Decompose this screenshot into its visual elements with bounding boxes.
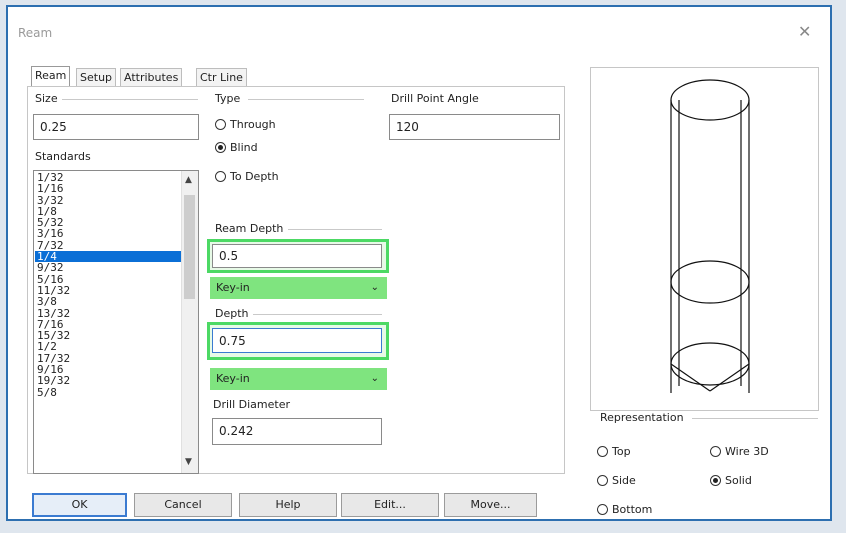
rep-top-label: Top (612, 445, 631, 458)
type-to-depth-label: To Depth (230, 170, 279, 183)
tab-setup[interactable]: Setup (76, 68, 117, 86)
radio-icon (597, 475, 608, 486)
radio-checked-icon (215, 142, 226, 153)
depth-mode-value: Key-in (216, 372, 250, 385)
size-label: Size (35, 92, 58, 105)
list-item[interactable]: 9/32 (35, 262, 183, 274)
list-item[interactable]: 15/32 (35, 330, 183, 342)
ream-depth-mode-dropdown[interactable]: Key-in ⌄ (210, 277, 387, 299)
radio-checked-icon (710, 475, 721, 486)
size-input[interactable]: 0.25 (33, 114, 199, 140)
list-item[interactable]: 7/32 (35, 239, 183, 251)
edit-button[interactable]: Edit... (341, 493, 439, 517)
radio-icon (597, 504, 608, 515)
scroll-up-icon[interactable]: ▲ (185, 175, 192, 185)
scroll-down-icon[interactable]: ▼ (185, 457, 192, 467)
drill-diameter-input[interactable]: 0.242 (212, 418, 382, 445)
drill-diameter-label: Drill Diameter (213, 398, 291, 411)
window-title: Ream (18, 26, 53, 40)
radio-icon (597, 446, 608, 457)
rep-solid-label: Solid (725, 474, 752, 487)
list-item[interactable]: 1/16 (35, 183, 183, 195)
rep-bottom-label: Bottom (612, 503, 653, 516)
ream-wireframe-drawing (670, 79, 750, 393)
size-divider (62, 99, 198, 100)
tab-ream[interactable]: Ream (31, 66, 71, 86)
rep-top-radio[interactable]: Top (597, 445, 631, 458)
drill-point-angle-input[interactable]: 120 (389, 114, 560, 140)
standards-label: Standards (35, 150, 91, 163)
list-item[interactable]: 5/8 (35, 386, 183, 398)
list-item[interactable]: 3/8 (35, 296, 183, 308)
ream-preview (590, 67, 819, 411)
rep-side-label: Side (612, 474, 636, 487)
ream-depth-mode-value: Key-in (216, 281, 250, 294)
type-to-depth-radio[interactable]: To Depth (215, 170, 279, 183)
radio-icon (710, 446, 721, 457)
rep-wire3d-radio[interactable]: Wire 3D (710, 445, 769, 458)
help-button[interactable]: Help (239, 493, 337, 517)
tab-ctr-line[interactable]: Ctr Line (196, 68, 247, 86)
cancel-button[interactable]: Cancel (134, 493, 232, 517)
drill-point-angle-label: Drill Point Angle (391, 92, 479, 105)
type-divider (248, 99, 364, 100)
type-label: Type (215, 92, 241, 105)
standards-list[interactable]: 1/32 1/16 3/32 1/8 5/32 3/16 7/32 1/4 9/32 5/16 11… (33, 170, 199, 474)
standards-items: 1/32 1/16 3/32 1/8 5/32 3/16 7/32 1/4 9/32 5/16 11… (35, 172, 183, 398)
list-item[interactable]: 11/32 (35, 285, 183, 297)
depth-label: Depth (215, 307, 249, 320)
close-icon[interactable]: ✕ (798, 22, 811, 41)
representation-label: Representation (600, 411, 684, 424)
type-blind-label: Blind (230, 141, 258, 154)
list-item[interactable]: 19/32 (35, 375, 183, 387)
chevron-down-icon: ⌄ (370, 373, 379, 384)
rep-side-radio[interactable]: Side (597, 474, 636, 487)
ok-button[interactable]: OK (32, 493, 127, 517)
ream-depth-label: Ream Depth (215, 222, 284, 235)
depth-divider (253, 314, 382, 315)
radio-icon (215, 119, 226, 130)
move-button[interactable]: Move... (444, 493, 537, 517)
list-item[interactable]: 3/32 (35, 194, 183, 206)
rep-solid-radio[interactable]: Solid (710, 474, 752, 487)
tab-attributes[interactable]: Attributes (120, 68, 183, 86)
depth-input[interactable]: 0.75 (212, 328, 382, 353)
chevron-down-icon: ⌄ (370, 282, 379, 293)
radio-icon (215, 171, 226, 182)
type-through-radio[interactable]: Through (215, 118, 276, 131)
depth-mode-dropdown[interactable]: Key-in ⌄ (210, 368, 387, 390)
rep-wire3d-label: Wire 3D (725, 445, 769, 458)
representation-divider (692, 418, 818, 419)
type-through-label: Through (230, 118, 276, 131)
type-blind-radio[interactable]: Blind (215, 141, 258, 154)
rep-bottom-radio[interactable]: Bottom (597, 503, 652, 516)
list-scrollbar[interactable]: ▲ ▼ (181, 171, 198, 473)
scroll-thumb[interactable] (184, 195, 195, 299)
ream-depth-input[interactable]: 0.5 (212, 244, 382, 268)
ream-depth-divider (288, 229, 382, 230)
